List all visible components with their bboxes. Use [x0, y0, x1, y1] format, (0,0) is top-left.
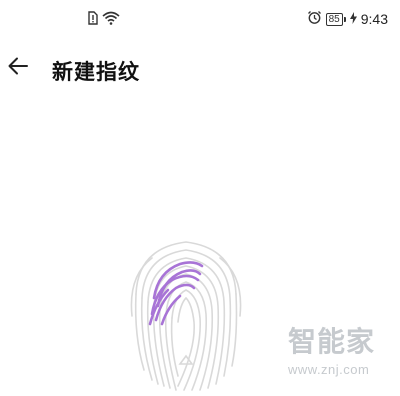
status-right: 85 9:43	[307, 10, 388, 28]
wifi-icon	[102, 10, 120, 29]
status-left	[88, 10, 120, 29]
header: 新建指纹	[0, 44, 400, 96]
arrow-left-icon	[7, 56, 29, 80]
sim-alert-icon	[88, 10, 98, 29]
page-title: 新建指纹	[52, 60, 140, 84]
back-button[interactable]	[2, 52, 34, 84]
charging-icon	[349, 11, 357, 27]
fingerprint-icon	[128, 236, 244, 392]
watermark: 智能家 www.znj.com	[288, 326, 396, 388]
watermark-url: www.znj.com	[288, 362, 370, 377]
battery-icon: 85	[325, 12, 346, 26]
alarm-icon	[307, 10, 322, 28]
status-time: 9:43	[360, 11, 388, 27]
watermark-logo: 智能家	[288, 325, 376, 358]
status-bar: 85 9:43	[0, 0, 400, 36]
